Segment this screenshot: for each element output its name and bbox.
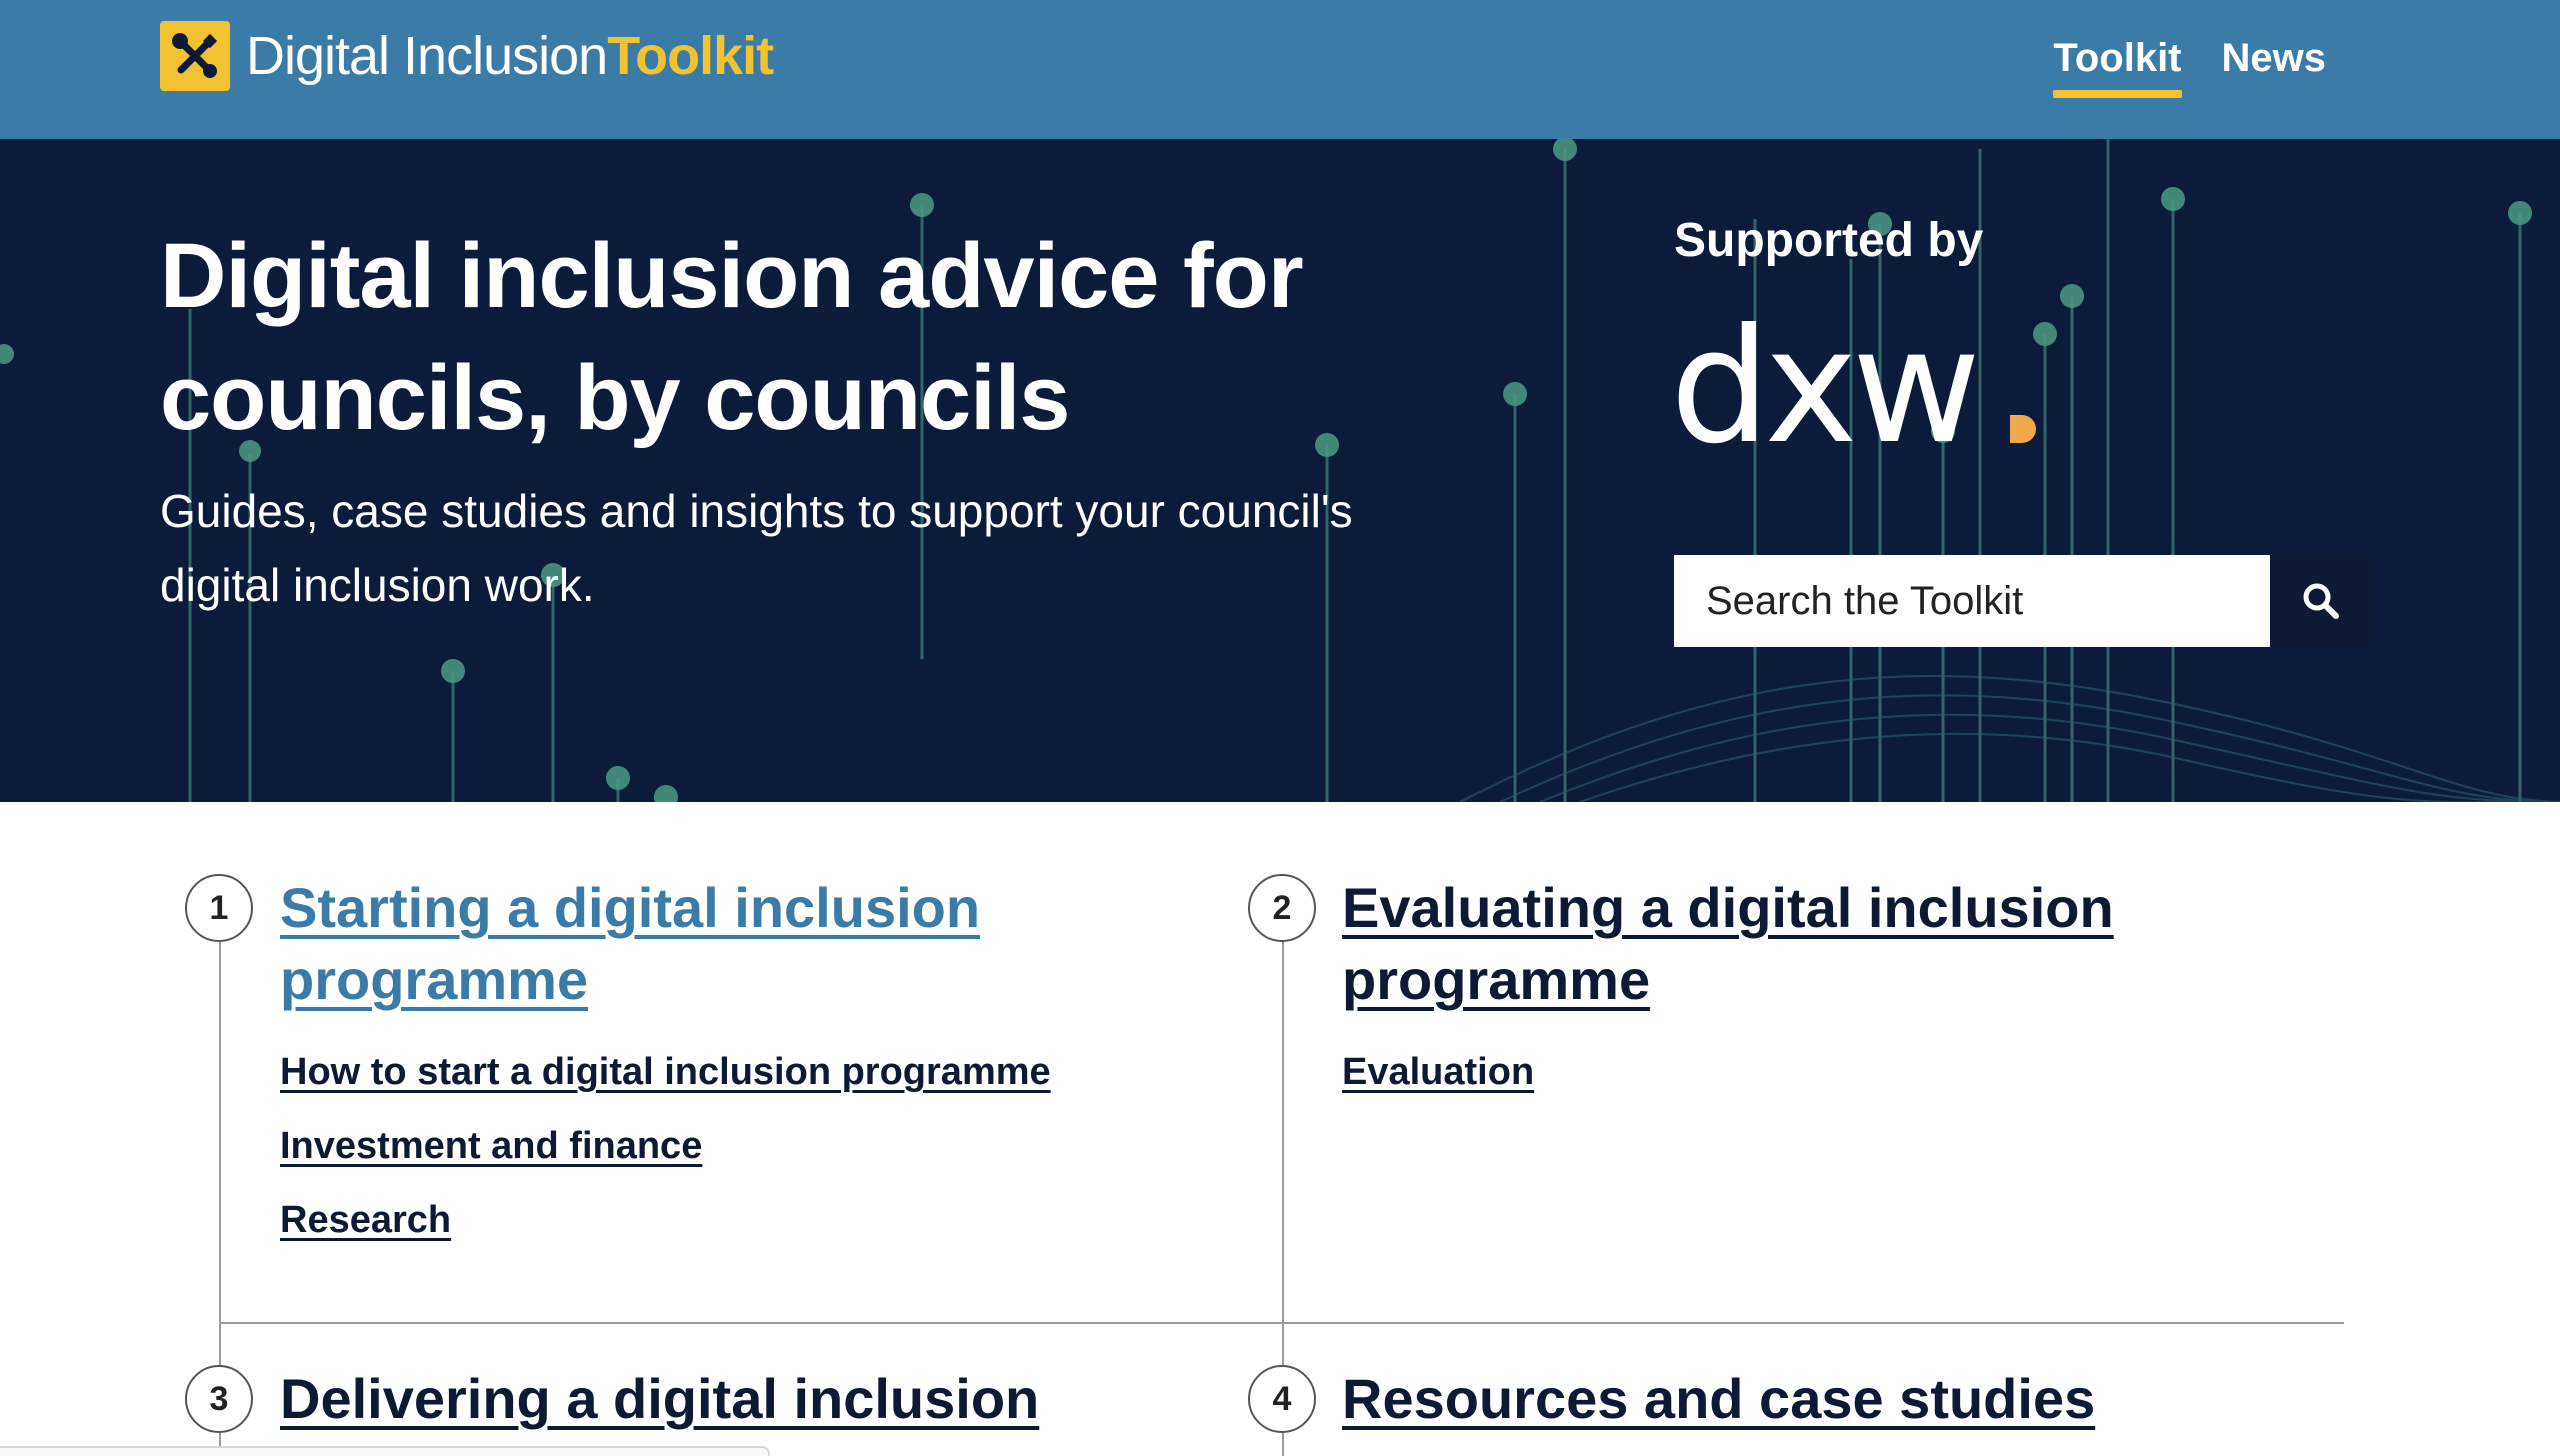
bottom-overlay-edge: [0, 1446, 770, 1456]
toolkit-sections: 1 Starting a digital inclusion programme…: [0, 802, 2560, 1456]
tools-icon: [160, 21, 230, 91]
main-nav: Toolkit News: [2053, 30, 2327, 98]
link-investment-finance[interactable]: Investment and finance: [280, 1122, 702, 1170]
link-evaluation[interactable]: Evaluation: [1342, 1048, 1534, 1096]
section-title-starting[interactable]: Starting a digital inclusion programme: [280, 872, 1100, 1016]
search-icon: [2303, 583, 2339, 619]
section-title-evaluating[interactable]: Evaluating a digital inclusion programme: [1342, 872, 2162, 1016]
page-title: Digital inclusion advice for councils, b…: [160, 225, 1304, 449]
search-button[interactable]: [2270, 555, 2372, 647]
dxw-logo[interactable]: dxw: [1670, 307, 2040, 457]
link-how-to-start[interactable]: How to start a digital inclusion program…: [280, 1048, 1051, 1096]
site-logo[interactable]: Digital InclusionToolkit: [160, 20, 774, 92]
hero-banner: Digital inclusion advice for councils, b…: [0, 139, 2560, 802]
section-title-delivering[interactable]: Delivering a digital inclusion: [280, 1363, 1180, 1435]
nav-toolkit[interactable]: Toolkit: [2053, 30, 2182, 98]
link-research[interactable]: Research: [280, 1196, 451, 1244]
search-form: [1674, 555, 2372, 647]
section-title-resources[interactable]: Resources and case studies: [1342, 1363, 2242, 1435]
supported-by-label: Supported by: [1674, 214, 1984, 267]
site-header: Digital InclusionToolkit Toolkit News: [0, 0, 2560, 139]
step-number-2: 2: [1248, 874, 1316, 942]
dxw-logo-text: dxw: [1670, 307, 1975, 457]
search-input[interactable]: [1674, 555, 2270, 647]
nav-news[interactable]: News: [2222, 30, 2327, 86]
step-number-4: 4: [1248, 1365, 1316, 1433]
logo-text-accent: Toolkit: [607, 26, 774, 86]
step-number-1: 1: [185, 874, 253, 942]
logo-text-plain: Digital Inclusion: [246, 26, 608, 86]
page-subtitle: Guides, case studies and insights to sup…: [160, 485, 1353, 611]
step-number-3: 3: [185, 1365, 253, 1433]
logo-text: Digital InclusionToolkit: [246, 26, 774, 86]
section-divider: [219, 1322, 2344, 1324]
